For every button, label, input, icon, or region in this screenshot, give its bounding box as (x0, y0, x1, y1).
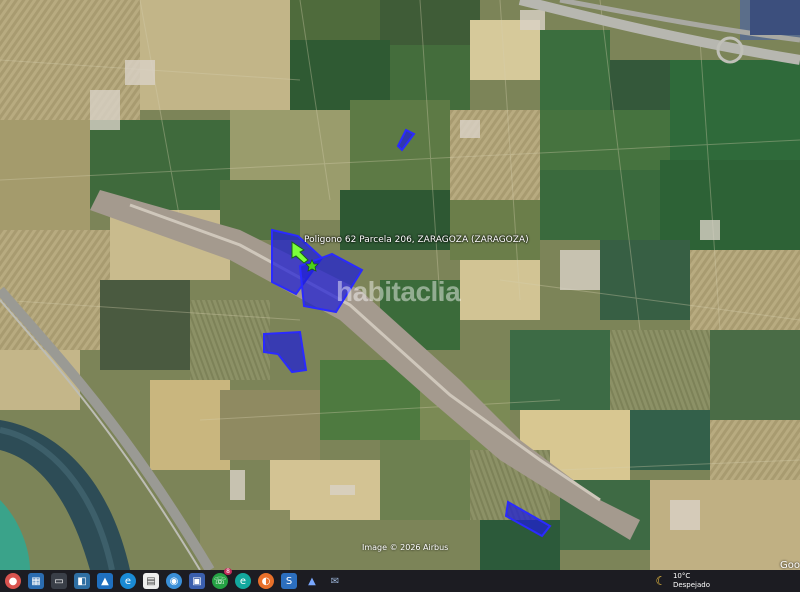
taskbar: ● ▦ ▭ ◧ ▲ e ▤ ◉ ▣ ☏ 8 e ◐ S ▲ ✉ ☾ 10°C De… (0, 568, 800, 592)
firefox-icon[interactable]: ◐ (258, 573, 274, 589)
whatsapp-icon[interactable]: ☏ 8 (212, 568, 232, 589)
folder-icon[interactable]: ◧ (74, 573, 90, 589)
mail-icon[interactable]: ✉ (327, 573, 343, 589)
moon-icon[interactable]: ☾ (654, 574, 668, 588)
document-icon[interactable]: ▤ (143, 573, 159, 589)
files-icon[interactable]: ▦ (28, 573, 44, 589)
arrow-icon[interactable]: ▲ (304, 573, 320, 589)
photos-icon[interactable]: ▲ (97, 573, 113, 589)
desktop-icon[interactable]: ▭ (51, 573, 67, 589)
store-icon[interactable]: S (281, 573, 297, 589)
watermark: habitaclia (336, 276, 461, 307)
weather-temp: 10°C (672, 572, 691, 580)
chrome-icon[interactable]: ◉ (166, 573, 182, 589)
imagery-attribution: Image © 2026 Airbus (362, 543, 449, 552)
edge-icon[interactable]: e (120, 573, 136, 589)
weather-widget[interactable]: 10°C Despejado (673, 572, 710, 590)
parcel-label: Poligono 62 Parcela 206, ZARAGOZA (ZARAG… (304, 235, 529, 245)
edge-copilot-icon[interactable]: e (235, 573, 251, 589)
weather-desc: Despejado (672, 581, 710, 589)
save-icon[interactable]: ▣ (189, 573, 205, 589)
satellite-map[interactable]: Poligono 62 Parcela 206, ZARAGOZA (ZARAG… (0, 0, 800, 570)
notification-badge: 8 (224, 568, 232, 575)
start-icon[interactable]: ● (5, 573, 21, 589)
system-tray: ☾ 10°C Despejado (654, 570, 800, 592)
google-logo-fragment: Goo (780, 560, 800, 570)
